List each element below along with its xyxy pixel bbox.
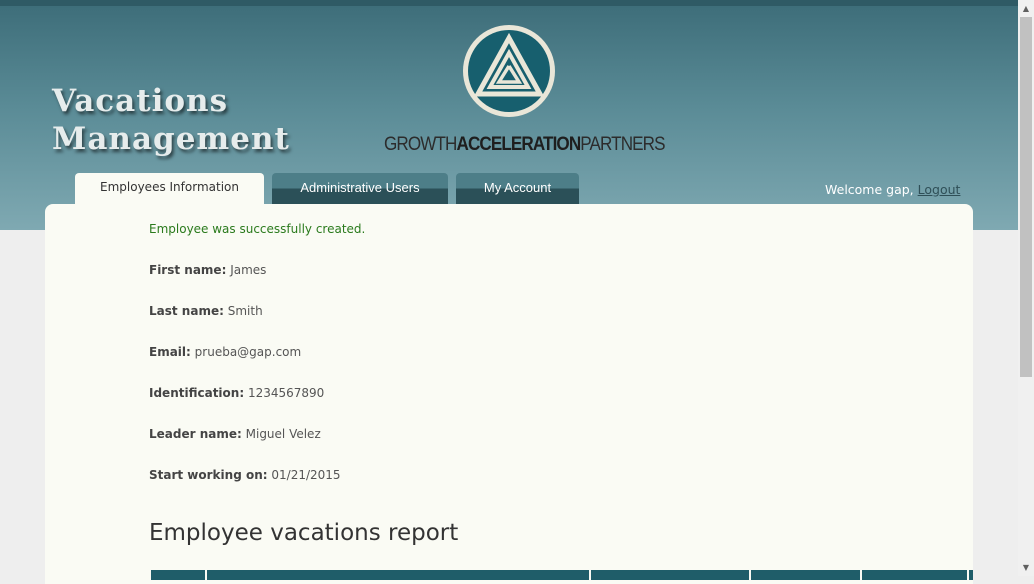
welcome-area: Welcome gap, Logout: [825, 182, 960, 197]
column-divider: [749, 570, 751, 580]
vertical-scrollbar[interactable]: ▲ ▼: [1018, 0, 1034, 576]
company-logo: GROWTHACCELERATIONPARTNERS: [370, 24, 666, 164]
field-email: Email: prueba@gap.com: [149, 345, 301, 359]
welcome-text: Welcome gap,: [825, 182, 914, 197]
field-label: First name:: [149, 263, 227, 277]
field-value: James: [230, 263, 267, 277]
field-start-working-on: Start working on: 01/21/2015: [149, 468, 341, 482]
app-title-line-2: Management: [52, 121, 290, 157]
tab-administrative-users[interactable]: Administrative Users: [272, 173, 448, 204]
field-label: Leader name:: [149, 427, 242, 441]
company-word-2: ACCELERATION: [456, 134, 581, 155]
success-notice: Employee was successfully created.: [149, 222, 366, 236]
report-title: Employee vacations report: [149, 520, 459, 546]
company-name: GROWTHACCELERATIONPARTNERS: [384, 134, 666, 156]
triangle-logo-icon: [463, 25, 555, 117]
field-leader-name: Leader name: Miguel Velez: [149, 427, 321, 441]
scroll-down-arrow-icon[interactable]: ▼: [1018, 559, 1034, 576]
field-label: Email:: [149, 345, 191, 359]
vacations-table-header: [151, 570, 973, 580]
company-word-1: GROWTH: [384, 134, 457, 155]
app-title-line-1: Vacations: [52, 83, 229, 119]
column-divider: [205, 570, 207, 580]
field-last-name: Last name: Smith: [149, 304, 263, 318]
scroll-thumb[interactable]: [1020, 17, 1032, 377]
field-value: prueba@gap.com: [194, 345, 302, 359]
field-label: Identification:: [149, 386, 245, 400]
logout-link[interactable]: Logout: [918, 182, 961, 197]
tab-employees-information[interactable]: Employees Information: [75, 173, 264, 204]
column-divider: [860, 570, 862, 580]
field-value: 1234567890: [247, 386, 325, 400]
app-title: Vacations Management: [52, 82, 290, 158]
field-label: Last name:: [149, 304, 224, 318]
field-value: 01/21/2015: [271, 468, 341, 482]
company-word-3: PARTNERS: [580, 134, 665, 155]
column-divider: [967, 570, 969, 580]
main-content: Employee was successfully created. First…: [45, 204, 973, 584]
field-first-name: First name: James: [149, 263, 266, 277]
field-identification: Identification: 1234567890: [149, 386, 324, 400]
field-value: Miguel Velez: [245, 427, 321, 441]
column-divider: [589, 570, 591, 580]
tab-my-account[interactable]: My Account: [456, 173, 579, 204]
field-value: Smith: [227, 304, 263, 318]
field-label: Start working on:: [149, 468, 268, 482]
scroll-up-arrow-icon[interactable]: ▲: [1018, 0, 1034, 17]
